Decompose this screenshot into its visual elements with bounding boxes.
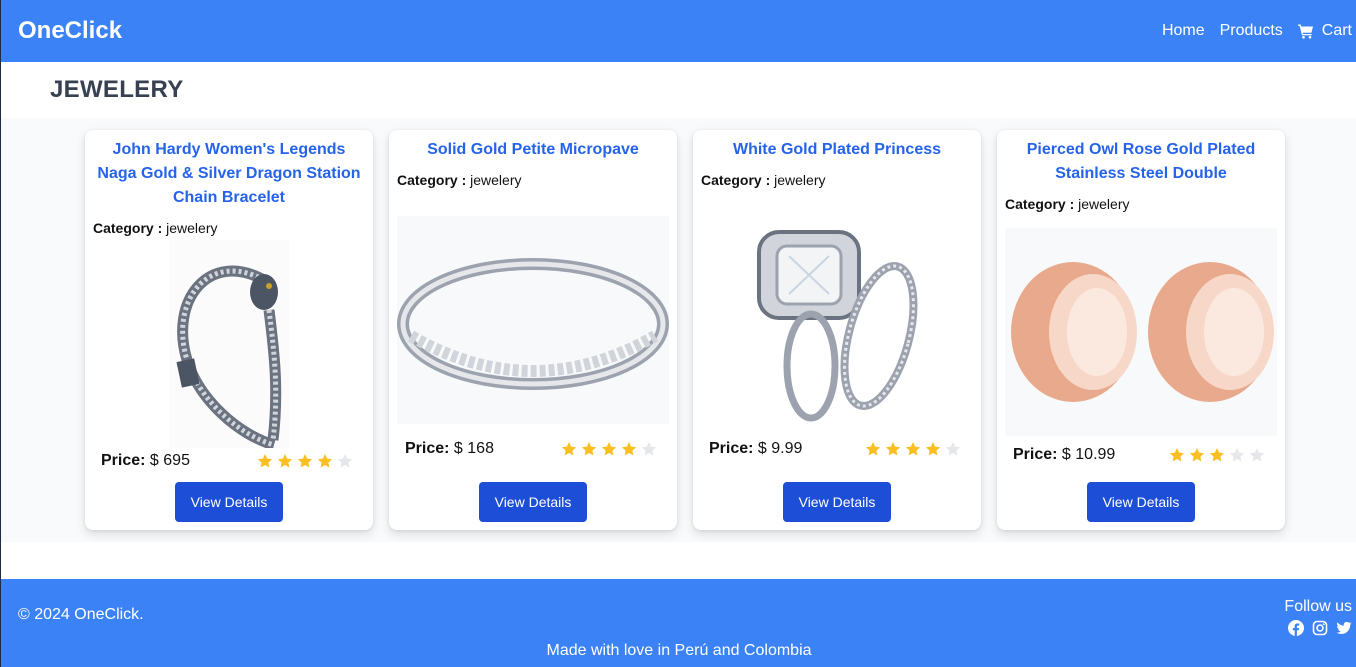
rating-stars bbox=[257, 453, 353, 469]
star-filled-icon bbox=[561, 442, 577, 456]
product-card: Pierced Owl Rose Gold Plated Stainless S… bbox=[997, 130, 1285, 530]
star-filled-icon bbox=[1169, 448, 1185, 462]
view-details-button[interactable]: View Details bbox=[175, 482, 283, 522]
nav-products-link[interactable]: Products bbox=[1220, 22, 1283, 40]
category-label: Category : bbox=[1005, 196, 1075, 212]
price-row: Price: $ 10.99 bbox=[997, 446, 1285, 464]
price-value: $ 10.99 bbox=[1061, 446, 1116, 463]
product-title[interactable]: White Gold Plated Princess bbox=[693, 130, 981, 162]
engagement-ring-graphic bbox=[749, 216, 925, 424]
category-value: jewelery bbox=[166, 220, 218, 236]
rating-stars bbox=[865, 441, 961, 457]
price-label: Price: bbox=[709, 440, 754, 457]
product-price: Price: $ 168 bbox=[405, 440, 494, 458]
product-category: Category : jewelery bbox=[997, 194, 1285, 214]
price-label: Price: bbox=[101, 452, 146, 469]
instagram-icon[interactable] bbox=[1312, 620, 1328, 636]
bracelet-graphic bbox=[169, 240, 289, 448]
view-details-button[interactable]: View Details bbox=[479, 482, 587, 522]
twitter-icon[interactable] bbox=[1336, 620, 1352, 636]
product-price: Price: $ 695 bbox=[101, 452, 190, 470]
star-filled-icon bbox=[905, 442, 921, 456]
social-links bbox=[1284, 620, 1352, 636]
star-empty-icon bbox=[1249, 448, 1265, 462]
rose-gold-tunnels-image[interactable] bbox=[1005, 228, 1277, 436]
star-empty-icon bbox=[1229, 448, 1245, 462]
category-label: Category : bbox=[397, 172, 467, 188]
rating-stars bbox=[561, 441, 657, 457]
nav-home-link[interactable]: Home bbox=[1162, 22, 1205, 40]
category-label: Category : bbox=[701, 172, 771, 188]
tunnels-graphic bbox=[1011, 262, 1274, 402]
ring-graphic bbox=[397, 258, 669, 390]
engagement-ring-image[interactable] bbox=[701, 216, 973, 424]
star-filled-icon bbox=[885, 442, 901, 456]
nav-cart-label: Cart bbox=[1321, 22, 1352, 39]
cart-icon bbox=[1297, 24, 1313, 39]
category-value: jewelery bbox=[774, 172, 826, 188]
category-label: Category : bbox=[93, 220, 163, 236]
page: OneClick Home Products Cart JEWELERY Joh… bbox=[0, 0, 1356, 667]
star-empty-icon bbox=[641, 442, 657, 456]
price-label: Price: bbox=[1013, 446, 1058, 463]
star-filled-icon bbox=[1189, 448, 1205, 462]
star-filled-icon bbox=[277, 454, 293, 468]
product-card: Solid Gold Petite Micropave Category : j… bbox=[389, 130, 677, 530]
star-filled-icon bbox=[257, 454, 273, 468]
product-card: John Hardy Women's Legends Naga Gold & S… bbox=[85, 130, 373, 530]
made-with-text: Made with love in Perú and Colombia bbox=[546, 642, 812, 659]
price-value: $ 695 bbox=[149, 452, 190, 469]
star-empty-icon bbox=[945, 442, 961, 456]
star-filled-icon bbox=[317, 454, 333, 468]
star-filled-icon bbox=[581, 442, 597, 456]
price-value: $ 9.99 bbox=[757, 440, 803, 457]
price-value: $ 168 bbox=[453, 440, 494, 457]
star-filled-icon bbox=[621, 442, 637, 456]
product-category: Category : jewelery bbox=[389, 170, 677, 190]
star-empty-icon bbox=[337, 454, 353, 468]
view-details-button[interactable]: View Details bbox=[783, 482, 891, 522]
navbar: OneClick Home Products Cart bbox=[1, 0, 1356, 62]
price-label: Price: bbox=[405, 440, 450, 457]
facebook-icon[interactable] bbox=[1288, 620, 1304, 636]
star-filled-icon bbox=[1209, 448, 1225, 462]
star-filled-icon bbox=[865, 442, 881, 456]
product-category: Category : jewelery bbox=[85, 218, 373, 238]
bracelet-image[interactable] bbox=[93, 240, 365, 448]
ring-image[interactable] bbox=[397, 216, 669, 424]
product-category: Category : jewelery bbox=[693, 170, 981, 190]
product-title[interactable]: Pierced Owl Rose Gold Plated Stainless S… bbox=[997, 130, 1285, 186]
products-grid: John Hardy Women's Legends Naga Gold & S… bbox=[1, 118, 1356, 542]
star-filled-icon bbox=[297, 454, 313, 468]
nav-cart-link[interactable]: Cart bbox=[1297, 22, 1352, 40]
view-details-button[interactable]: View Details bbox=[1087, 482, 1195, 522]
price-row: Price: $ 695 bbox=[85, 452, 373, 470]
price-row: Price: $ 9.99 bbox=[693, 440, 981, 458]
rating-stars bbox=[1169, 447, 1265, 463]
product-price: Price: $ 9.99 bbox=[709, 440, 802, 458]
category-value: jewelery bbox=[470, 172, 522, 188]
product-card: White Gold Plated Princess Category : je… bbox=[693, 130, 981, 530]
nav-links: Home Products Cart bbox=[1162, 22, 1352, 40]
footer: © 2024 OneClick. Follow us Made with lov… bbox=[1, 579, 1356, 667]
product-price: Price: $ 10.99 bbox=[1013, 446, 1115, 464]
follow-us: Follow us bbox=[1284, 598, 1352, 636]
star-filled-icon bbox=[925, 442, 941, 456]
product-title[interactable]: John Hardy Women's Legends Naga Gold & S… bbox=[85, 130, 373, 210]
section-title: JEWELERY bbox=[50, 76, 184, 103]
category-value: jewelery bbox=[1078, 196, 1130, 212]
copyright-text: © 2024 OneClick. bbox=[18, 606, 144, 623]
brand-logo[interactable]: OneClick bbox=[18, 17, 122, 45]
product-title[interactable]: Solid Gold Petite Micropave bbox=[389, 130, 677, 162]
follow-us-label: Follow us bbox=[1284, 598, 1352, 615]
price-row: Price: $ 168 bbox=[389, 440, 677, 458]
star-filled-icon bbox=[601, 442, 617, 456]
